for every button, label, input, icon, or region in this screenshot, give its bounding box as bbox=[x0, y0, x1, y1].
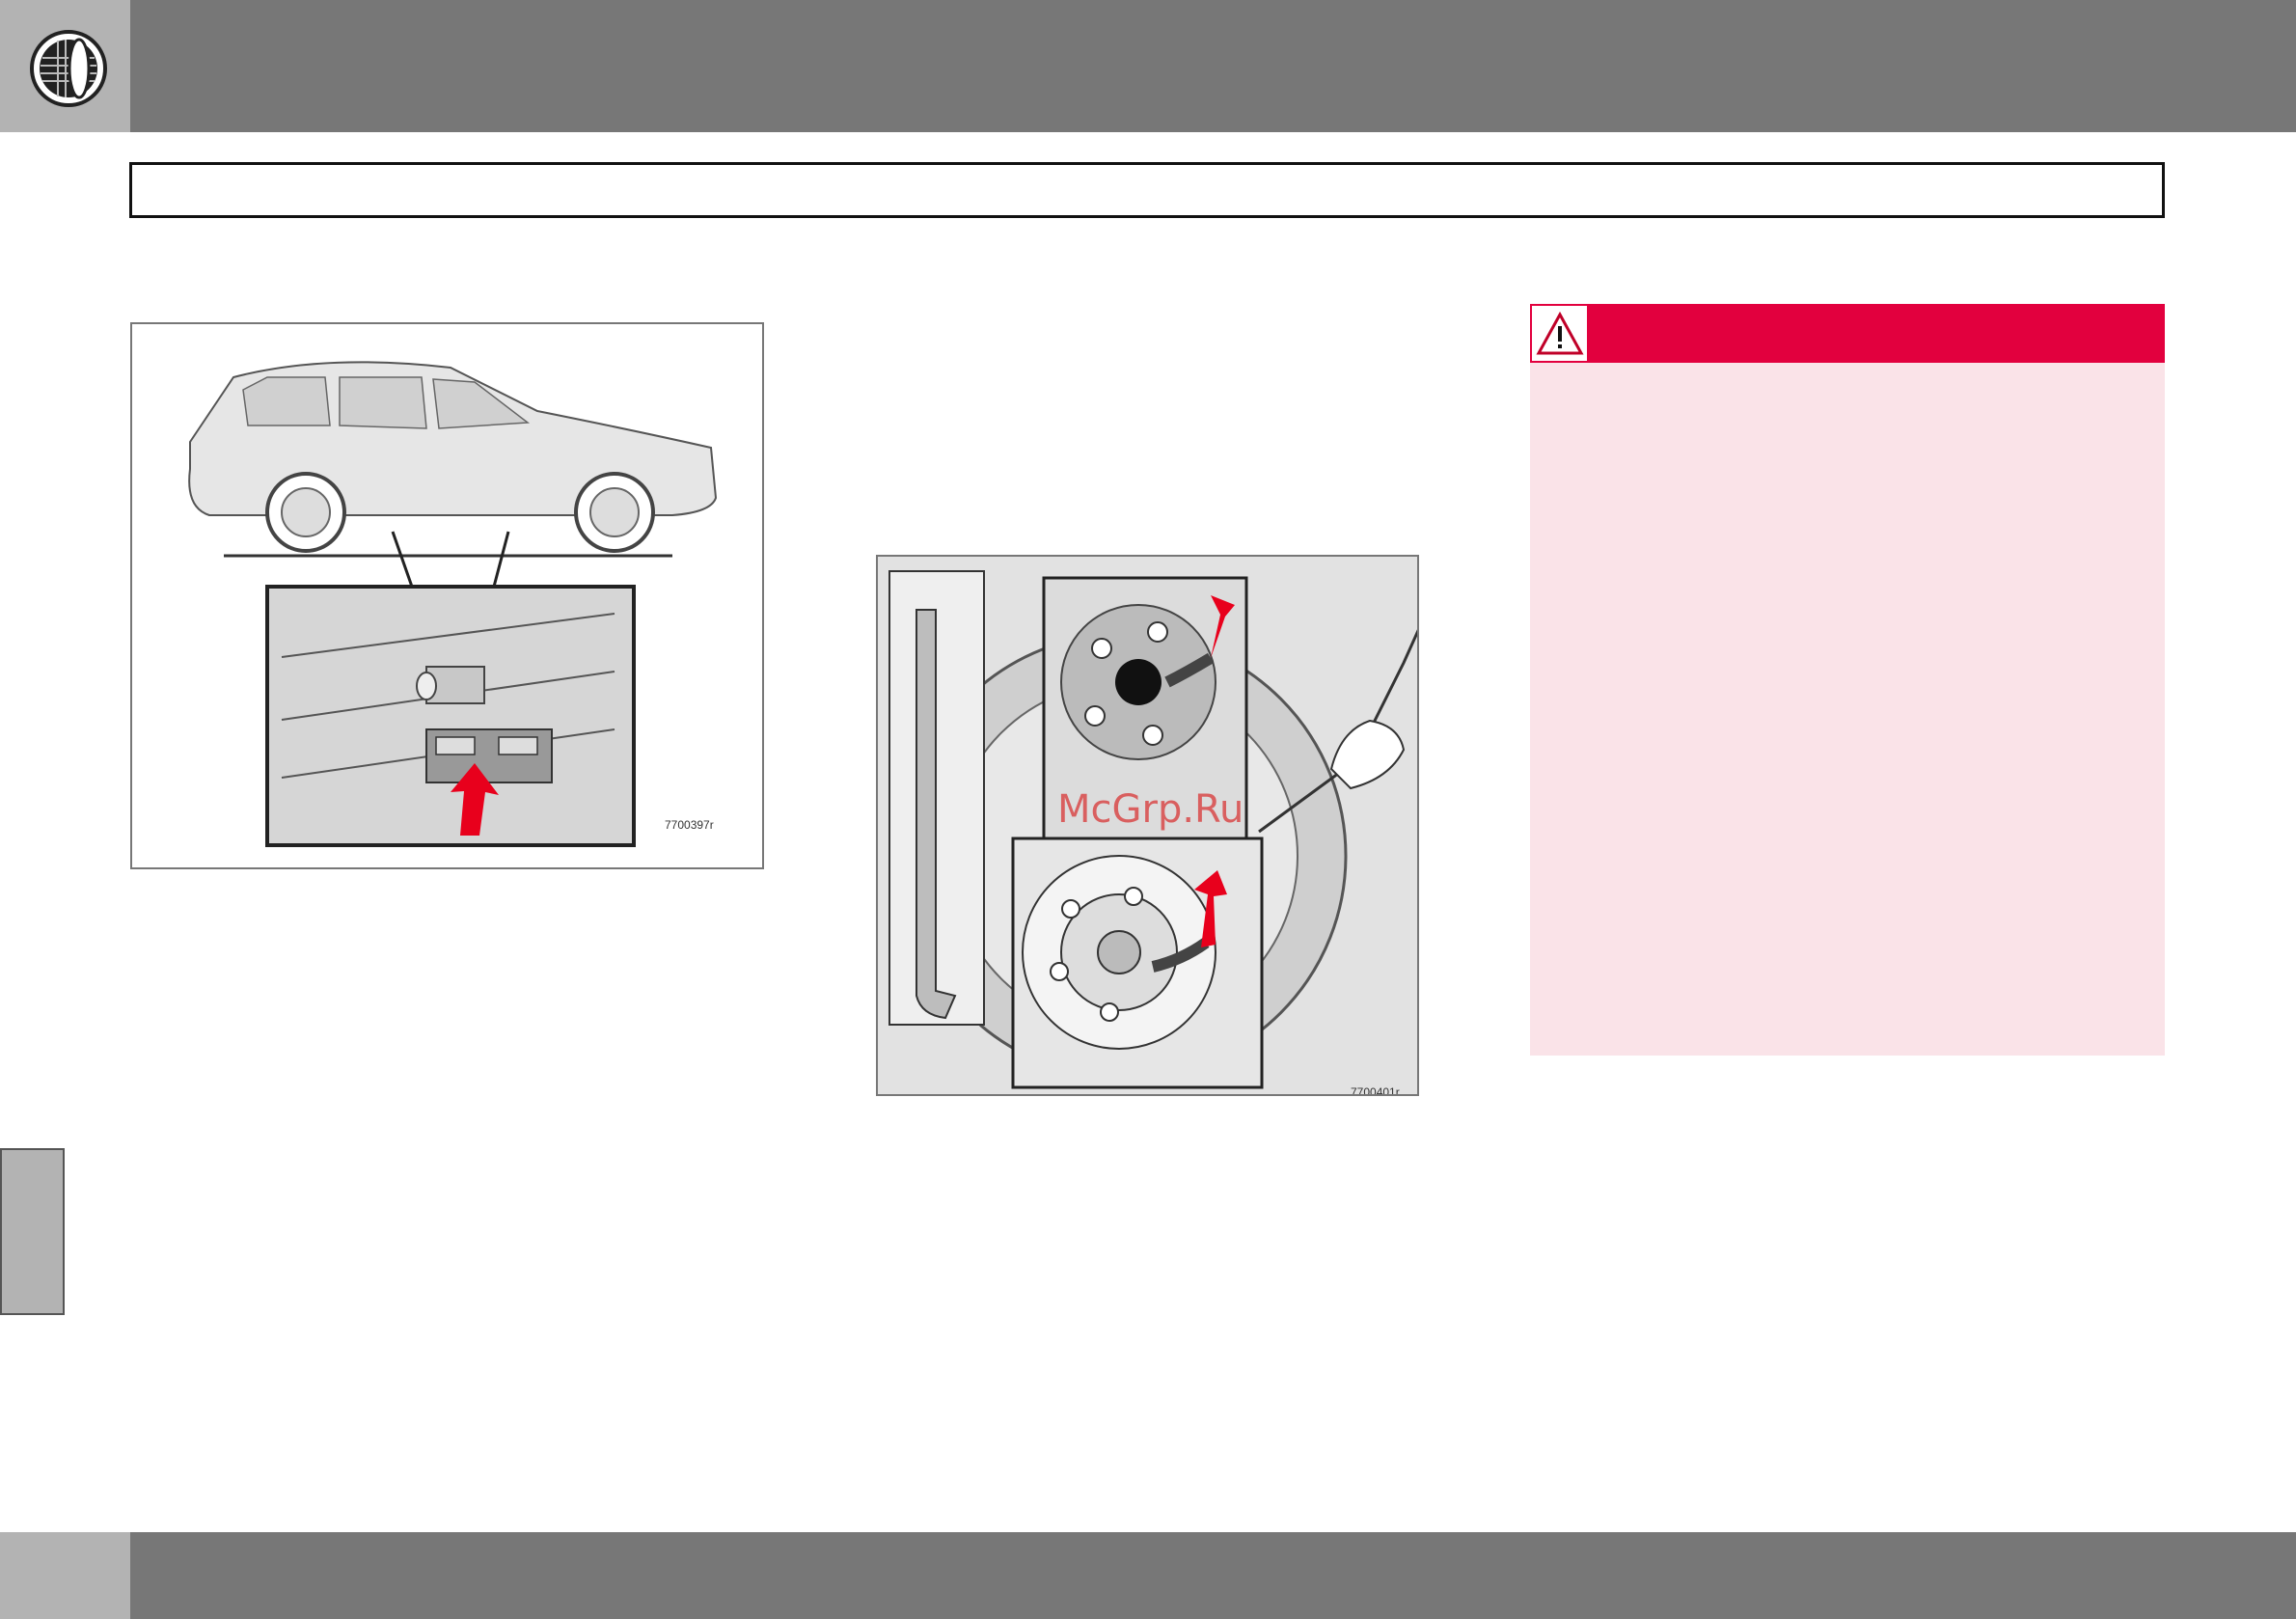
warning-box bbox=[1530, 304, 2165, 1056]
section-title-box bbox=[129, 162, 2165, 218]
chapter-side-tab[interactable] bbox=[0, 1148, 65, 1315]
warning-icon-box bbox=[1532, 306, 1587, 361]
bottom-bar bbox=[0, 1532, 2296, 1619]
figure-code: 7700397r bbox=[665, 818, 714, 832]
top-bar bbox=[0, 0, 2296, 132]
car-jacking-illustration bbox=[188, 361, 718, 847]
chapter-icon-box bbox=[0, 0, 130, 132]
watermark-text: McGrp.Ru bbox=[1057, 787, 1244, 832]
jacking-point-figure: 7700397r bbox=[130, 322, 764, 869]
warning-header bbox=[1530, 304, 2165, 363]
figure-code: 7700401r bbox=[1351, 1085, 1400, 1096]
page-number-box bbox=[0, 1532, 130, 1619]
warning-triangle-icon bbox=[1536, 311, 1584, 355]
tire-icon bbox=[30, 30, 107, 107]
